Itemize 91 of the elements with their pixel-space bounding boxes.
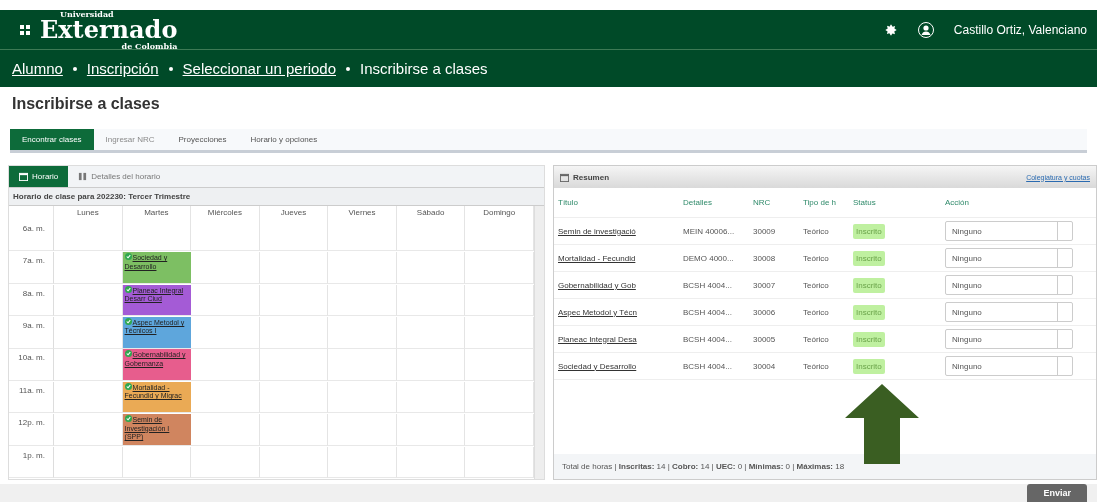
course-title-link[interactable]: Sociedad y Desarrollo: [558, 361, 637, 371]
status-badge: Inscrito: [853, 277, 885, 293]
course-details: BCSH 4004...: [683, 280, 732, 290]
nrc-cell: 30004: [753, 361, 776, 371]
action-dropdown[interactable]: Ninguno: [945, 302, 1073, 322]
nrc-cell: 30009: [753, 226, 776, 236]
course-details: BCSH 4004...: [683, 361, 732, 371]
breadcrumb-current: Inscribirse a clases: [360, 60, 488, 77]
schedule-caption: Horario de clase para 202230: Tercer Trimestre: [9, 188, 544, 206]
action-dropdown[interactable]: Ninguno: [945, 221, 1073, 241]
action-dropdown[interactable]: Ninguno: [945, 248, 1073, 268]
check-icon: [124, 415, 132, 423]
course-title-link[interactable]: Semin de investigació: [558, 226, 636, 236]
check-icon: [124, 253, 132, 261]
course-details: BCSH 4004...: [683, 307, 732, 317]
course-details: DEMO 4000...: [683, 253, 734, 263]
hour-type-cell: Teórico: [803, 361, 829, 371]
hour-type-cell: Teórico: [803, 280, 829, 290]
time-label: 1p. m.: [9, 446, 54, 479]
hour-type-cell: Teórico: [803, 334, 829, 344]
time-label: 6a. m.: [9, 219, 54, 252]
course-details: MEIN 40006...: [683, 226, 735, 236]
logo-small-text: Universidad: [59, 9, 115, 18]
breadcrumb-link[interactable]: Inscripción: [86, 60, 159, 77]
logo-subtext: de Colombia: [121, 41, 178, 50]
user-name[interactable]: Castillo Ortiz, Valenciano: [953, 22, 1087, 37]
column-header: NRC: [749, 188, 799, 218]
column-header: Detalles: [679, 188, 749, 218]
time-label: 12p. m.: [9, 414, 54, 446]
status-badge: Inscrito: [853, 331, 885, 347]
status-badge: Inscrito: [853, 223, 885, 239]
hours-summary: Total de horas | Inscritas: 14 | Cobro: 14 | UEC: 0 | Mínimas: 0 | Máximas: 18: [554, 454, 1096, 479]
summary-title: Resumen: [573, 172, 609, 182]
user-avatar-icon[interactable]: [917, 21, 934, 38]
nrc-cell: 30006: [753, 307, 776, 317]
grid-menu-icon[interactable]: [20, 24, 30, 35]
day-header: Domingo: [465, 206, 534, 220]
calendar-icon: [560, 172, 569, 182]
schedule-tab[interactable]: Horario: [9, 166, 69, 187]
status-badge: Inscrito: [853, 304, 885, 320]
hour-type-cell: Teórico: [803, 226, 829, 236]
check-icon: [124, 318, 132, 326]
day-header: Martes: [122, 206, 192, 220]
course-title-link[interactable]: Gobernabilidad y Gob: [558, 280, 636, 290]
submit-button[interactable]: Enviar: [1027, 484, 1087, 502]
action-dropdown[interactable]: Ninguno: [945, 275, 1073, 295]
status-badge: Inscrito: [853, 358, 885, 374]
columns-icon: [78, 172, 88, 181]
scrollbar[interactable]: [534, 206, 544, 479]
check-icon: [124, 350, 132, 358]
course-title-link[interactable]: Mortalidad - Fecundid: [558, 253, 636, 263]
hour-type-cell: Teórico: [803, 307, 829, 317]
logo-text: Externado: [40, 17, 178, 42]
column-header: Status: [849, 188, 941, 218]
breadcrumb-separator-icon: [168, 66, 173, 71]
column-header: Título: [554, 188, 679, 218]
breadcrumb-separator-icon: [72, 66, 77, 71]
time-label: 7a. m.: [9, 252, 54, 284]
status-badge: Inscrito: [853, 250, 885, 266]
tab[interactable]: Encontrar clases: [10, 129, 94, 150]
calendar-icon: [19, 172, 28, 181]
tab[interactable]: Proyecciones: [166, 129, 239, 150]
time-label: 10a. m.: [9, 349, 54, 381]
page-title: Inscribirse a clases: [11, 94, 161, 114]
day-header: Sábado: [396, 206, 466, 220]
time-label: 9a. m.: [9, 317, 54, 349]
hour-type-cell: Teórico: [803, 253, 829, 263]
time-label: 8a. m.: [9, 284, 54, 317]
nrc-cell: 30007: [753, 280, 776, 290]
breadcrumb-separator-icon: [346, 66, 350, 71]
column-header: Tipo de h: [799, 188, 849, 218]
day-header: Viernes: [328, 206, 397, 220]
day-header: Jueves: [259, 206, 329, 220]
schedule-tab[interactable]: Detalles del horario: [68, 166, 171, 187]
course-title-link[interactable]: Planeac Integral Desa: [558, 334, 637, 344]
action-dropdown[interactable]: Ninguno: [945, 356, 1073, 376]
action-dropdown[interactable]: Ninguno: [945, 329, 1073, 349]
nrc-cell: 30008: [753, 253, 776, 263]
tab[interactable]: Horario y opciones: [238, 129, 330, 150]
breadcrumb-link[interactable]: Alumno: [12, 60, 63, 77]
breadcrumb-link[interactable]: Seleccionar un periodo: [182, 60, 336, 77]
time-label: 11a. m.: [9, 381, 54, 414]
course-details: BCSH 4004...: [683, 334, 732, 344]
day-header: Lunes: [54, 206, 123, 220]
check-icon: [124, 382, 132, 390]
check-icon: [124, 285, 132, 293]
course-title-link[interactable]: Aspec Metodol y Técn: [558, 307, 637, 317]
settings-icon[interactable]: [883, 22, 898, 37]
day-header: Miércoles: [191, 206, 260, 220]
nrc-cell: 30005: [753, 334, 776, 344]
column-header: Acción: [941, 188, 1096, 218]
